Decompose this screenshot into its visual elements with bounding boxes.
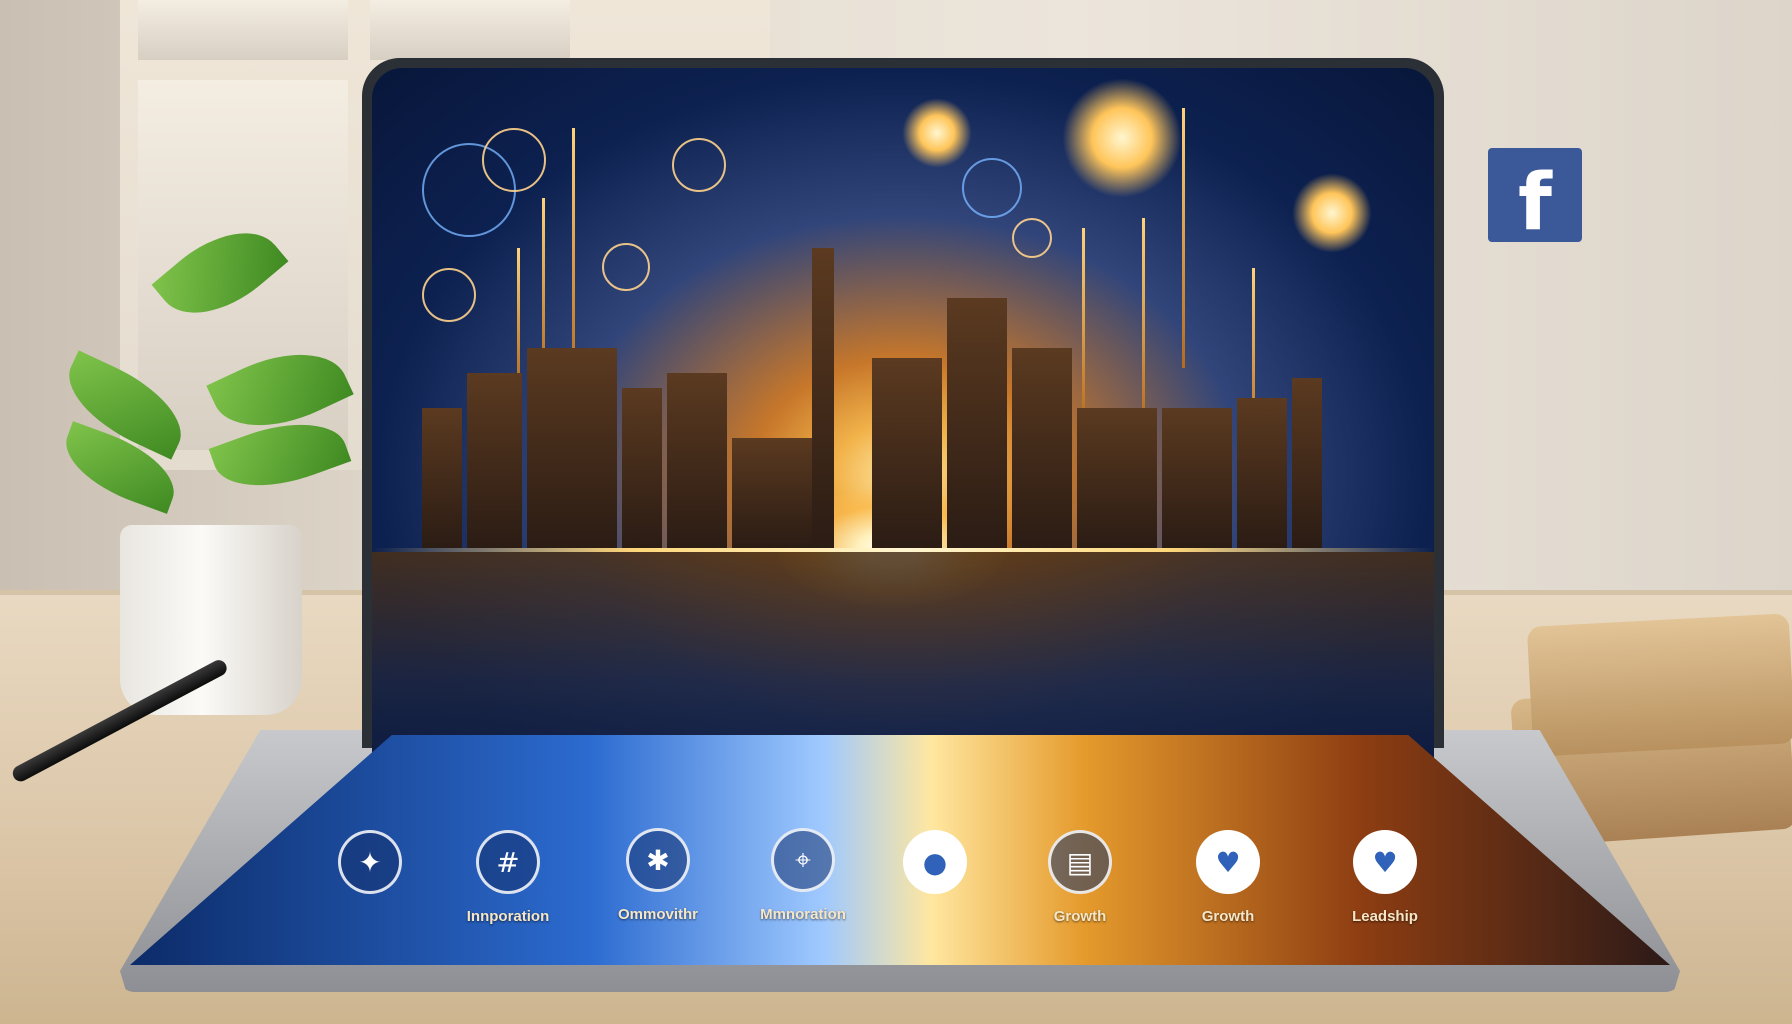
icon-label: Growth <box>1053 908 1107 925</box>
orb-ring <box>962 158 1022 218</box>
building <box>422 408 462 548</box>
star-glow <box>902 98 972 168</box>
network-icon: ✱ <box>626 828 690 892</box>
icon-label: Growth <box>1201 908 1255 925</box>
window-pane <box>138 0 348 60</box>
building <box>527 348 617 548</box>
building <box>1162 408 1232 548</box>
city-skyline <box>372 248 1434 548</box>
icon-label: Innporation <box>466 908 550 925</box>
laptop-screen <box>372 68 1434 768</box>
plant-pot <box>120 525 302 715</box>
building <box>467 373 522 548</box>
build-icon: # <box>476 830 540 894</box>
building <box>1077 408 1157 548</box>
icon-label: Ommovithr <box>617 906 698 923</box>
icon-label: Leadship <box>1352 908 1418 925</box>
building <box>1292 378 1322 548</box>
orb-ring <box>672 138 726 192</box>
star-glow <box>1062 78 1182 198</box>
photo-scene: f ✦ # Innporation ✱ Ommovithr ⌖ Mmnoration ● ▤ Gr… <box>0 0 1792 1024</box>
location-icon: ⌖ <box>771 828 835 892</box>
orb-ring <box>482 128 546 192</box>
building <box>732 438 812 548</box>
innovation-icon: ✦ <box>338 830 402 894</box>
window-pane <box>370 0 570 60</box>
star-glow <box>1292 173 1372 253</box>
building <box>1012 348 1072 548</box>
pin-icon: ● <box>903 830 967 894</box>
facebook-icon: f <box>1488 148 1582 248</box>
heart-pin-icon: ♥ <box>1196 830 1260 894</box>
building <box>622 388 662 548</box>
heart-icon: ♥ <box>1353 830 1417 894</box>
building <box>667 373 727 548</box>
chart-icon: ▤ <box>1048 830 1112 894</box>
building <box>1237 398 1287 548</box>
building <box>947 298 1007 548</box>
spire-tower <box>812 248 834 548</box>
book-top <box>1526 613 1792 757</box>
building <box>872 358 942 548</box>
icon-label: Mmnoration <box>760 906 846 923</box>
